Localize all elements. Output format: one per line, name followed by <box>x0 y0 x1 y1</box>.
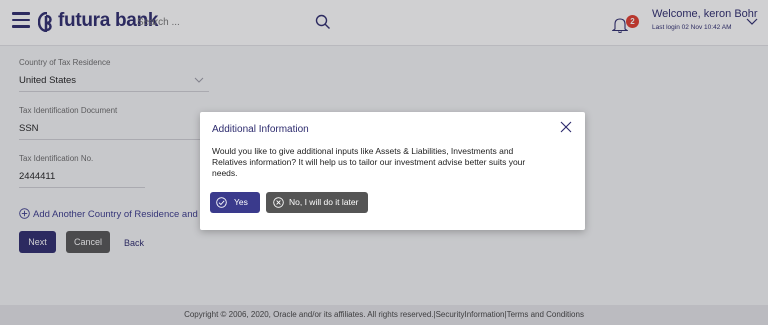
close-icon[interactable] <box>560 121 572 133</box>
dialog-title: Additional Information <box>212 124 309 135</box>
additional-info-dialog: Additional Information Would you like to… <box>200 112 585 230</box>
yes-button-label: Yes <box>234 197 248 207</box>
cancel-circle-icon <box>273 197 284 208</box>
yes-button[interactable]: Yes <box>210 192 260 213</box>
do-it-later-button[interactable]: No, I will do it later <box>266 192 368 213</box>
check-circle-icon <box>216 197 227 208</box>
do-it-later-label: No, I will do it later <box>289 197 359 207</box>
dialog-message: Would you like to give additional inputs… <box>212 146 526 178</box>
